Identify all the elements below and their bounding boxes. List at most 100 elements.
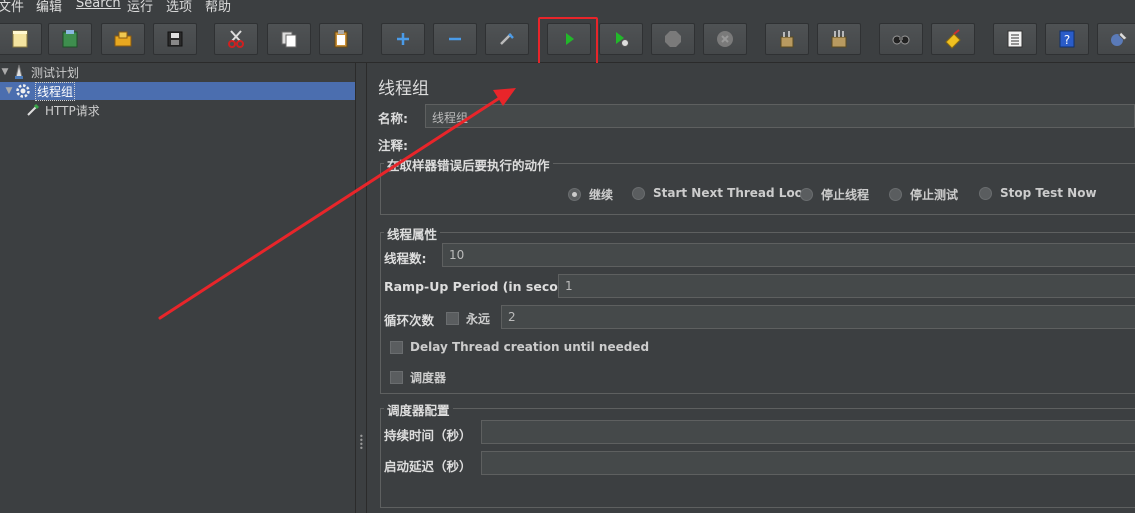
radio-icon [632,186,645,200]
svg-text:?: ? [1064,33,1070,47]
expand-button[interactable] [381,23,425,55]
collapse-button[interactable] [433,23,477,55]
menu-edit[interactable]: 编辑 [36,0,62,13]
new-icon [12,30,28,48]
start-no-pauses-button[interactable] [599,23,643,55]
tree-node-http-request[interactable]: HTTP请求 [24,101,100,119]
thread-group-panel: 线程组 名称: 线程组 注释: 在取样器错误后要执行的动作 继续 Start N… [368,63,1135,513]
templates-icon [62,30,78,48]
tree-label-http-request: HTTP请求 [45,103,100,118]
radio-continue-label: 继续 [589,188,614,202]
delay-thread-creation-checkbox[interactable]: Delay Thread creation until needed [390,340,649,354]
scheduler-checkbox[interactable]: 调度器 [390,369,446,386]
name-label: 名称: [378,111,408,126]
menu-options[interactable]: 选项 [166,0,192,13]
search-icon [892,35,910,45]
copy-button[interactable] [267,23,311,55]
panel-splitter[interactable]: • • • • [355,63,367,513]
comment-label: 注释: [378,138,408,153]
duration-input[interactable] [481,420,1135,444]
radio-icon [889,188,902,201]
clear-all-icon [831,30,847,48]
start-icon [566,33,574,45]
radio-icon [979,186,992,200]
delay-thread-creation-label: Delay Thread creation until needed [410,340,650,354]
radio-stop-test[interactable]: 停止测试 [889,186,958,203]
checkbox-icon [446,312,459,325]
copy-icon [281,31,297,48]
radio-stop-thread-label: 停止线程 [821,188,870,202]
radio-stop-test-label: 停止测试 [910,188,959,202]
tree-node-test-plan[interactable]: ▼ 测试计划 [0,63,79,81]
paste-button[interactable] [319,23,363,55]
templates-button[interactable] [48,23,92,55]
paste-icon [334,30,348,48]
duration-label: 持续时间（秒） [384,428,472,443]
toolbar: ? [0,13,1135,63]
menu-search[interactable]: Search [76,0,121,11]
name-input[interactable]: 线程组 [425,104,1135,128]
expand-triangle-icon[interactable]: ▼ [4,86,14,96]
save-button[interactable] [153,23,197,55]
new-button[interactable] [0,23,42,55]
loop-count-input[interactable]: 2 [501,305,1135,329]
start-button[interactable] [547,23,591,55]
radio-start-next-loop-label: Start Next Thread Loop [653,186,812,200]
search-button[interactable] [879,23,923,55]
radio-stop-thread[interactable]: 停止线程 [800,186,869,203]
toggle-button[interactable] [485,23,529,55]
test-plan-tree: ▼ 测试计划 ▼ 线程组 HTTP请求 [0,63,355,513]
rampup-input[interactable]: 1 [558,274,1135,298]
radio-selected-icon [568,188,581,201]
tree-label-test-plan: 测试计划 [31,65,80,80]
splitter-grip-icon[interactable]: • • • • [359,433,364,453]
loop-count-label: 循环次数 [384,313,435,328]
toggle-icon [500,33,514,45]
forever-label: 永远 [466,312,491,326]
collapse-icon [449,37,461,41]
expand-icon [397,33,409,45]
save-icon [167,31,183,47]
page-title: 线程组 [378,79,429,99]
threads-input[interactable]: 10 [442,243,1135,267]
thread-group-gear-icon [14,83,32,99]
radio-start-next-loop[interactable]: Start Next Thread Loop [632,186,812,200]
function-helper-button[interactable] [993,23,1037,55]
menu-bar: 文件 编辑 Search 运行 选项 帮助 [0,0,1135,13]
radio-continue[interactable]: 继续 [568,186,613,203]
expand-triangle-icon[interactable]: ▼ [0,67,10,77]
remote-icon [1111,31,1128,46]
menu-file[interactable]: 文件 [0,0,24,13]
startup-delay-label: 启动延迟（秒） [384,459,472,474]
menu-help[interactable]: 帮助 [205,0,231,13]
help-icon: ? [1059,30,1075,48]
thread-properties-title: 线程属性 [384,224,441,243]
radio-icon [800,188,813,201]
tree-node-thread-group[interactable]: ▼ 线程组 [0,81,355,101]
reset-search-icon [945,29,961,49]
menu-run[interactable]: 运行 [127,0,153,13]
checkbox-icon [390,340,403,354]
cut-icon [228,30,244,48]
forever-checkbox[interactable]: 永远 [446,310,490,327]
clear-all-button[interactable] [817,23,861,55]
stop-icon [665,31,681,47]
remote-button[interactable] [1097,23,1135,55]
radio-stop-test-now[interactable]: Stop Test Now [979,186,1097,200]
startup-delay-input[interactable] [481,451,1135,475]
shutdown-button[interactable] [703,23,747,55]
start-no-pauses-icon [616,32,629,47]
radio-stop-test-now-label: Stop Test Now [1000,186,1097,200]
clear-icon [780,31,794,48]
scheduler-label: 调度器 [410,371,447,385]
open-button[interactable] [101,23,145,55]
stop-button[interactable] [651,23,695,55]
reset-search-button[interactable] [931,23,975,55]
open-icon [114,31,132,47]
clear-button[interactable] [765,23,809,55]
cut-button[interactable] [214,23,258,55]
help-button[interactable]: ? [1045,23,1089,55]
threads-label: 线程数: [384,251,427,266]
on-error-title: 在取样器错误后要执行的动作 [384,155,553,174]
tree-label-thread-group: 线程组 [35,81,76,101]
